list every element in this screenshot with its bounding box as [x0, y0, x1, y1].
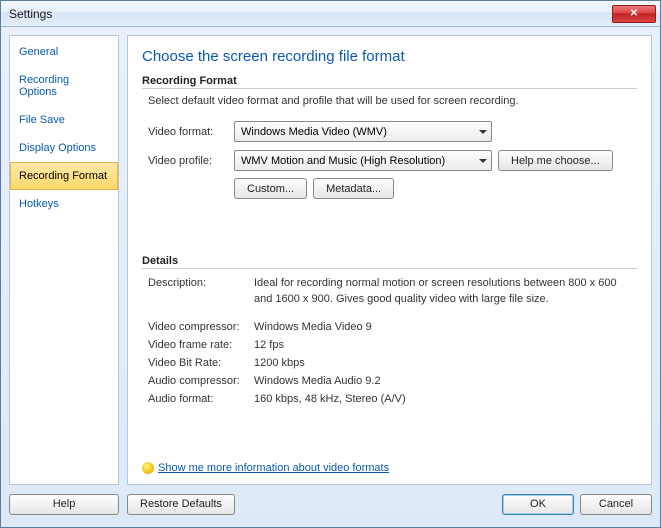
- detail-value: Ideal for recording normal motion or scr…: [254, 275, 637, 307]
- detail-value: 12 fps: [254, 337, 637, 353]
- detail-value: 1200 kbps: [254, 355, 637, 371]
- detail-label: Audio format:: [148, 391, 254, 407]
- video-format-dropdown[interactable]: Windows Media Video (WMV): [234, 121, 492, 142]
- window-body: General Recording Options File Save Disp…: [1, 27, 660, 527]
- sidebar-item-recording-options[interactable]: Recording Options: [10, 66, 118, 106]
- recording-format-subtext: Select default video format and profile …: [148, 95, 637, 107]
- profile-sub-buttons: Custom... Metadata...: [234, 178, 637, 199]
- details-block: Details Description: Ideal for recording…: [142, 255, 637, 409]
- help-me-choose-button[interactable]: Help me choose...: [498, 150, 613, 171]
- sidebar-item-label: Recording Options: [19, 74, 69, 98]
- detail-row-video-compressor: Video compressor: Windows Media Video 9: [148, 319, 637, 335]
- lightbulb-icon: [142, 462, 154, 474]
- sidebar: General Recording Options File Save Disp…: [9, 35, 119, 485]
- ok-button[interactable]: OK: [502, 494, 574, 515]
- detail-label: Video frame rate:: [148, 337, 254, 353]
- sidebar-item-label: General: [19, 46, 58, 58]
- help-button[interactable]: Help: [9, 494, 119, 515]
- chevron-down-icon: [479, 130, 487, 134]
- close-button[interactable]: ✕: [612, 5, 656, 23]
- detail-row-audio-compressor: Audio compressor: Windows Media Audio 9.…: [148, 373, 637, 389]
- detail-label: Description:: [148, 275, 254, 307]
- video-format-label: Video format:: [148, 126, 234, 138]
- detail-label: Audio compressor:: [148, 373, 254, 389]
- columns: General Recording Options File Save Disp…: [9, 35, 652, 485]
- detail-row-video-frame-rate: Video frame rate: 12 fps: [148, 337, 637, 353]
- detail-row-video-bit-rate: Video Bit Rate: 1200 kbps: [148, 355, 637, 371]
- close-icon: ✕: [630, 8, 638, 19]
- sidebar-item-label: File Save: [19, 114, 65, 126]
- recording-format-heading: Recording Format: [142, 75, 637, 89]
- chevron-down-icon: [479, 159, 487, 163]
- details-heading: Details: [142, 255, 637, 269]
- video-profile-row: Video profile: WMV Motion and Music (Hig…: [148, 150, 637, 171]
- detail-value: 160 kbps, 48 kHz, Stereo (A/V): [254, 391, 637, 407]
- video-profile-dropdown[interactable]: WMV Motion and Music (High Resolution): [234, 150, 492, 171]
- sidebar-item-file-save[interactable]: File Save: [10, 106, 118, 134]
- sidebar-item-label: Recording Format: [19, 170, 107, 182]
- detail-row-audio-format: Audio format: 160 kbps, 48 kHz, Stereo (…: [148, 391, 637, 407]
- sidebar-item-recording-format[interactable]: Recording Format: [10, 162, 118, 190]
- footer: Help Restore Defaults OK Cancel: [9, 485, 652, 519]
- video-format-row: Video format: Windows Media Video (WMV): [148, 121, 637, 142]
- video-profile-value: WMV Motion and Music (High Resolution): [241, 155, 445, 167]
- detail-label: Video Bit Rate:: [148, 355, 254, 371]
- main-panel: Choose the screen recording file format …: [127, 35, 652, 485]
- video-format-value: Windows Media Video (WMV): [241, 126, 387, 138]
- cancel-button[interactable]: Cancel: [580, 494, 652, 515]
- sidebar-item-label: Display Options: [19, 142, 96, 154]
- sidebar-item-general[interactable]: General: [10, 38, 118, 66]
- window-title: Settings: [9, 7, 612, 21]
- more-info-row: Show me more information about video for…: [142, 462, 389, 474]
- titlebar: Settings ✕: [1, 1, 660, 27]
- detail-row-description: Description: Ideal for recording normal …: [148, 275, 637, 307]
- sidebar-item-display-options[interactable]: Display Options: [10, 134, 118, 162]
- more-info-link[interactable]: Show me more information about video for…: [158, 462, 389, 474]
- detail-value: Windows Media Video 9: [254, 319, 637, 335]
- detail-value: Windows Media Audio 9.2: [254, 373, 637, 389]
- detail-label: Video compressor:: [148, 319, 254, 335]
- restore-defaults-button[interactable]: Restore Defaults: [127, 494, 235, 515]
- sidebar-item-hotkeys[interactable]: Hotkeys: [10, 190, 118, 218]
- video-profile-label: Video profile:: [148, 155, 234, 167]
- metadata-button[interactable]: Metadata...: [313, 178, 394, 199]
- sidebar-item-label: Hotkeys: [19, 198, 59, 210]
- page-title: Choose the screen recording file format: [142, 48, 637, 65]
- settings-window: Settings ✕ General Recording Options Fil…: [0, 0, 661, 528]
- custom-button[interactable]: Custom...: [234, 178, 307, 199]
